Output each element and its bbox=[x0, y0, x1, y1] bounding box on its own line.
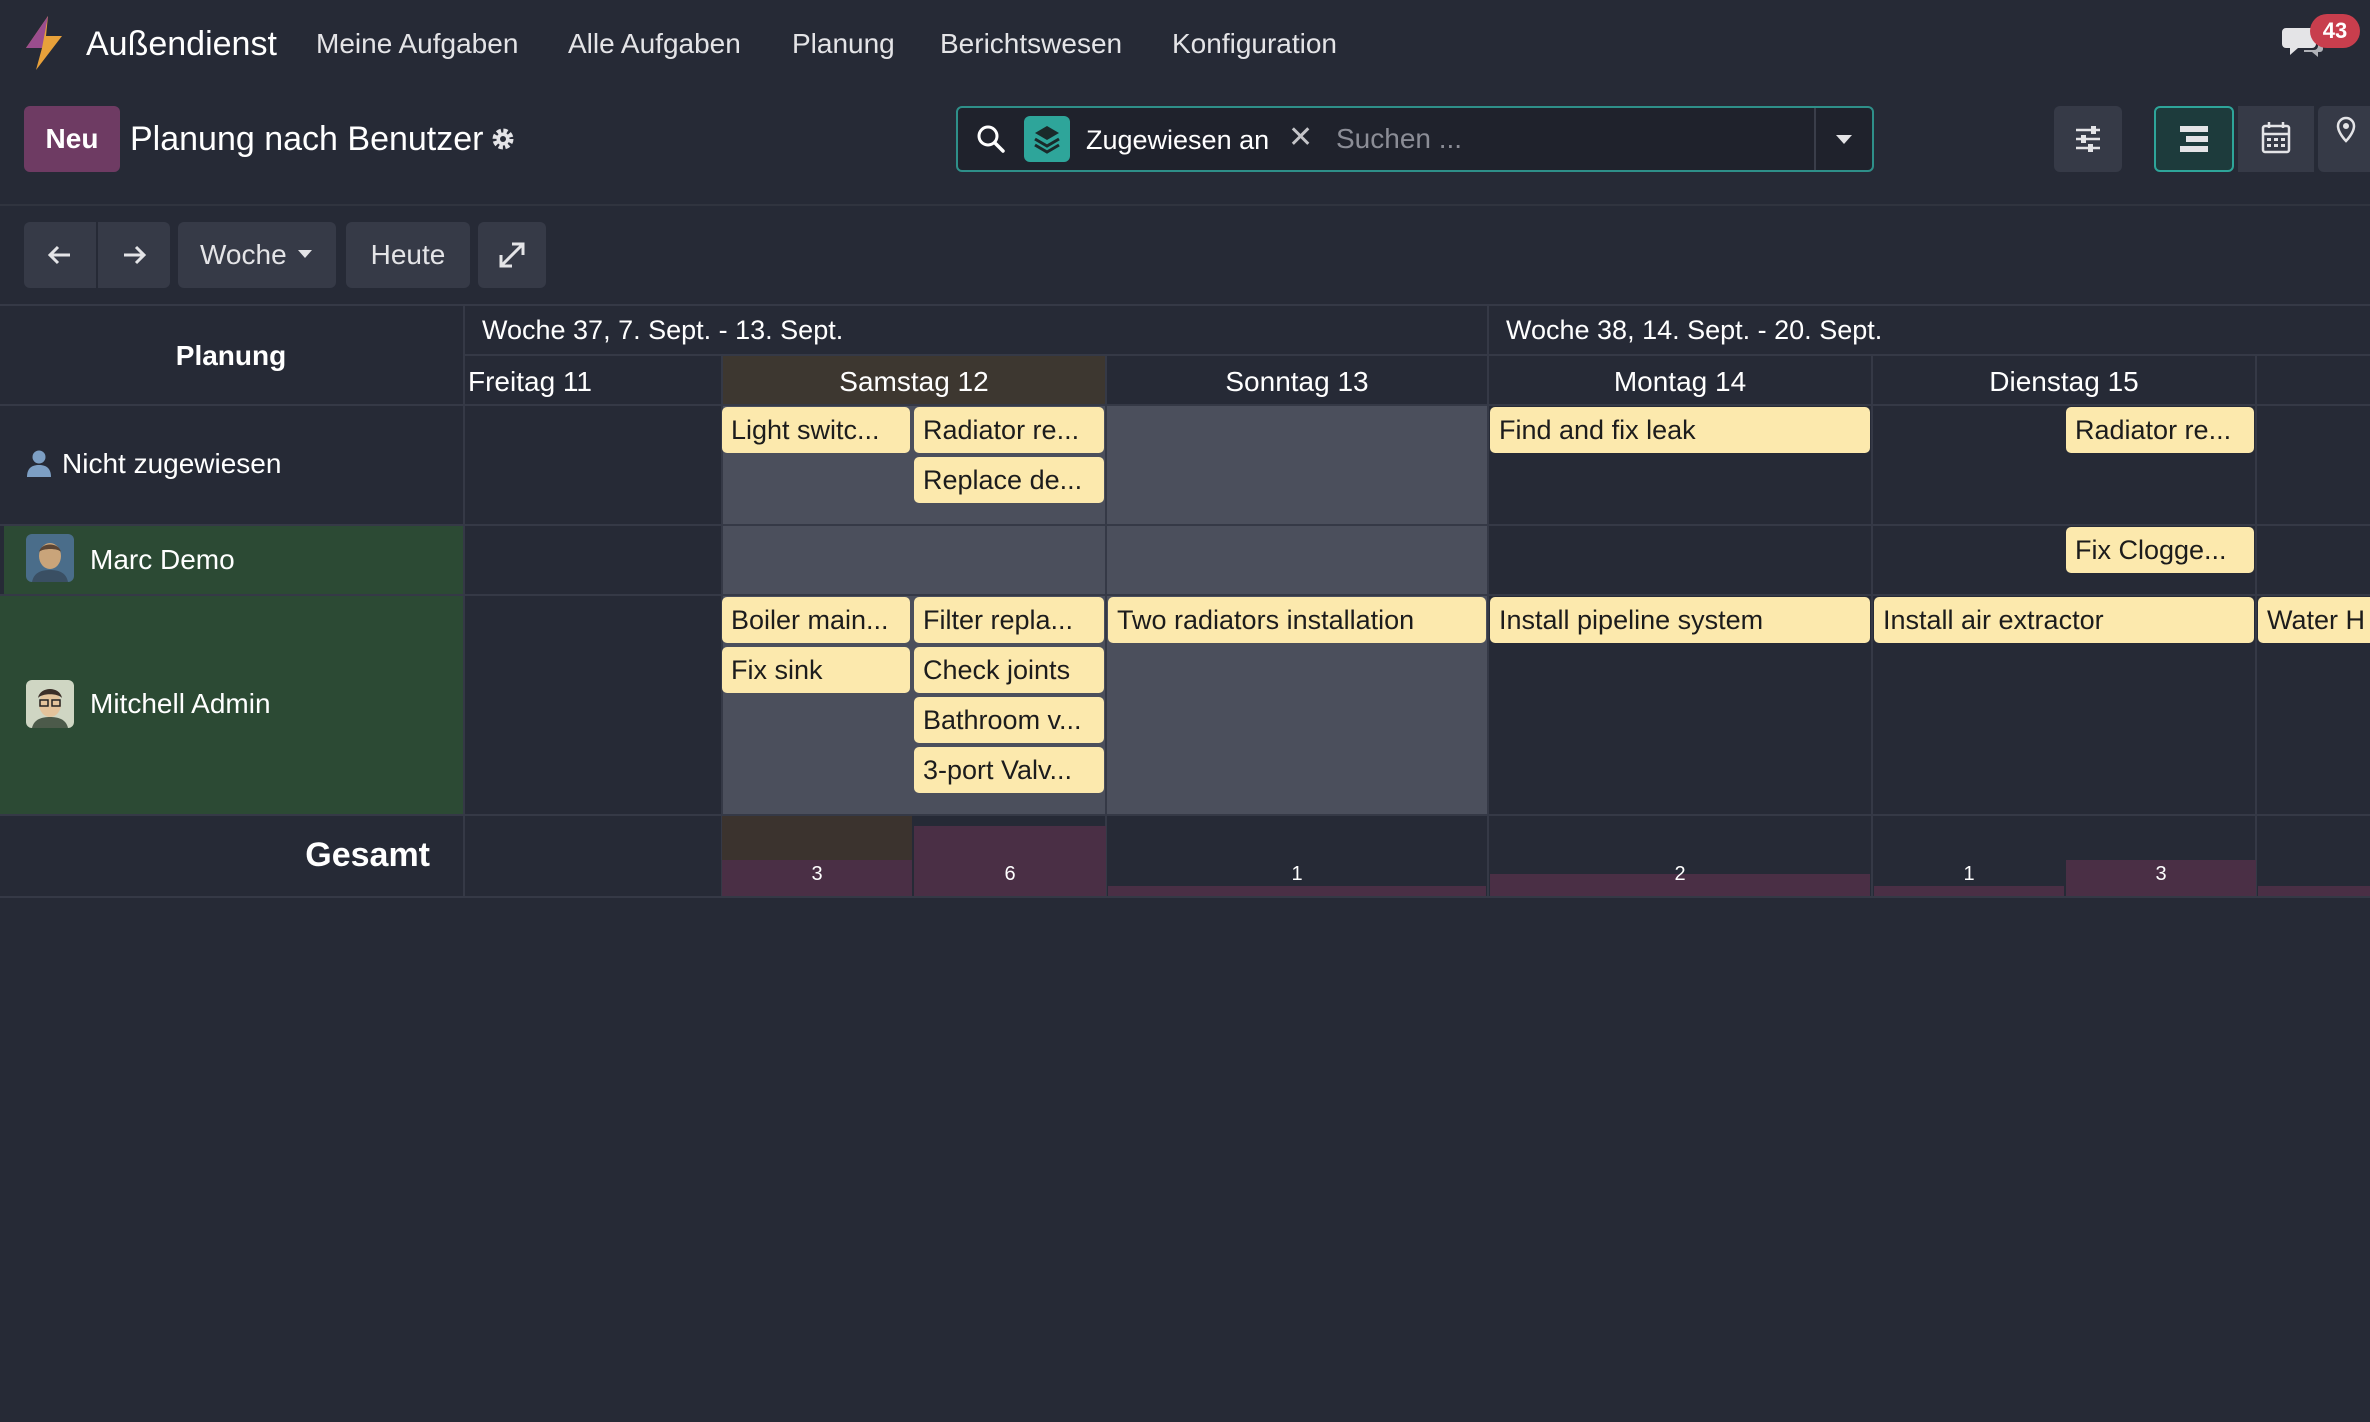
today-button[interactable]: Heute bbox=[346, 222, 470, 288]
grid-line bbox=[464, 354, 2370, 356]
calendar-view-button[interactable] bbox=[2238, 106, 2314, 172]
menu-my-tasks[interactable]: Meine Aufgaben bbox=[316, 26, 518, 62]
task-pill[interactable]: Water H bbox=[2258, 597, 2370, 643]
task-pill[interactable]: Replace de... bbox=[914, 457, 1104, 503]
day-header-friday: Freitag 11 bbox=[468, 366, 592, 397]
row-label-marc-demo[interactable]: Marc Demo bbox=[90, 542, 235, 578]
task-pill[interactable]: Boiler main... bbox=[722, 597, 910, 643]
menu-planning[interactable]: Planung bbox=[792, 26, 895, 62]
total-count: 3 bbox=[2155, 863, 2167, 885]
total-count: 6 bbox=[1004, 863, 1016, 885]
row-label-unassigned[interactable]: Nicht zugewiesen bbox=[62, 446, 281, 482]
row-label-mitchell-admin[interactable]: Mitchell Admin bbox=[90, 686, 271, 722]
task-pill[interactable]: Find and fix leak bbox=[1490, 407, 1870, 453]
task-pill[interactable]: Light switc... bbox=[722, 407, 910, 453]
search-options-toggle[interactable] bbox=[1816, 108, 1872, 170]
task-pill[interactable]: Fix sink bbox=[722, 647, 910, 693]
previous-button[interactable] bbox=[24, 222, 96, 288]
app-name[interactable]: Außendienst bbox=[86, 22, 277, 66]
task-pill[interactable]: Radiator re... bbox=[2066, 407, 2254, 453]
total-bar bbox=[2258, 886, 2370, 896]
avatar bbox=[26, 534, 74, 582]
grid-line bbox=[0, 896, 2370, 898]
total-count: 3 bbox=[811, 863, 823, 885]
grid-line bbox=[0, 524, 2370, 526]
gear-icon[interactable] bbox=[490, 126, 516, 152]
grid-line bbox=[0, 814, 2370, 816]
sliders-icon bbox=[2076, 126, 2100, 152]
menu-reporting[interactable]: Berichtswesen bbox=[940, 26, 1122, 62]
caret-down-icon bbox=[298, 250, 312, 258]
task-pill[interactable]: 3-port Valv... bbox=[914, 747, 1104, 793]
expand-icon bbox=[499, 242, 525, 268]
calendar-icon bbox=[2261, 122, 2291, 154]
page-title: Planung nach Benutzer bbox=[130, 120, 484, 158]
gantt-icon bbox=[2180, 126, 2208, 152]
total-row-label: Gesamt bbox=[305, 836, 430, 874]
user-icon bbox=[27, 450, 51, 477]
avatar bbox=[26, 680, 74, 728]
grid-line bbox=[1105, 354, 1107, 898]
total-bar bbox=[1874, 886, 2064, 896]
control-panel-divider bbox=[0, 204, 2370, 206]
week-header-37: Woche 37, 7. Sept. - 13. Sept. bbox=[482, 315, 844, 345]
gantt-view-button[interactable] bbox=[2154, 106, 2234, 172]
task-pill[interactable]: Two radiators installation bbox=[1108, 597, 1486, 643]
grid-line bbox=[0, 594, 2370, 596]
grid-line bbox=[1871, 354, 1873, 898]
week-header-38: Woche 38, 14. Sept. - 20. Sept. bbox=[1506, 315, 1883, 345]
layers-icon bbox=[1024, 116, 1070, 162]
arrow-left-icon bbox=[47, 245, 70, 265]
task-pill[interactable]: Radiator re... bbox=[914, 407, 1104, 453]
day-header-saturday: Samstag 12 bbox=[839, 366, 989, 397]
filter-settings-button[interactable] bbox=[2054, 106, 2122, 172]
facet-assigned-to: Zugewiesen an bbox=[1086, 125, 1270, 155]
scale-label: Woche bbox=[200, 239, 287, 270]
map-view-button[interactable] bbox=[2318, 106, 2370, 172]
expand-button[interactable] bbox=[478, 222, 546, 288]
remove-facet-icon[interactable]: ✕ bbox=[1288, 120, 1313, 156]
chat-counter-badge: 43 bbox=[2310, 14, 2360, 48]
new-button[interactable]: Neu bbox=[24, 106, 120, 172]
day-header-sunday: Sonntag 13 bbox=[1225, 366, 1369, 397]
grid-line bbox=[463, 304, 465, 898]
gantt-header-label: Planung bbox=[175, 340, 287, 371]
day-header-tuesday: Dienstag 15 bbox=[1989, 366, 2139, 397]
total-count: 2 bbox=[1674, 863, 1686, 885]
total-count: 1 bbox=[1291, 863, 1303, 885]
total-bar bbox=[1108, 886, 1486, 896]
task-pill[interactable]: Fix Clogge... bbox=[2066, 527, 2254, 573]
total-count: 1 bbox=[1963, 863, 1975, 885]
app-logo-icon[interactable] bbox=[22, 14, 66, 72]
task-pill[interactable]: Install pipeline system bbox=[1490, 597, 1870, 643]
task-pill[interactable]: Check joints bbox=[914, 647, 1104, 693]
map-pin-icon bbox=[2336, 116, 2356, 143]
search-input[interactable] bbox=[1334, 114, 1804, 164]
arrow-right-icon bbox=[124, 245, 147, 265]
task-pill[interactable]: Bathroom v... bbox=[914, 697, 1104, 743]
search-icon bbox=[977, 125, 1005, 153]
menu-all-tasks[interactable]: Alle Aufgaben bbox=[568, 26, 741, 62]
next-button[interactable] bbox=[98, 222, 170, 288]
task-pill[interactable]: Filter repla... bbox=[914, 597, 1104, 643]
menu-configuration[interactable]: Konfiguration bbox=[1172, 26, 1337, 62]
day-header-monday: Montag 14 bbox=[1613, 366, 1747, 397]
task-pill[interactable]: Install air extractor bbox=[1874, 597, 2254, 643]
grid-line bbox=[2255, 354, 2257, 898]
caret-down-icon bbox=[1836, 135, 1852, 144]
